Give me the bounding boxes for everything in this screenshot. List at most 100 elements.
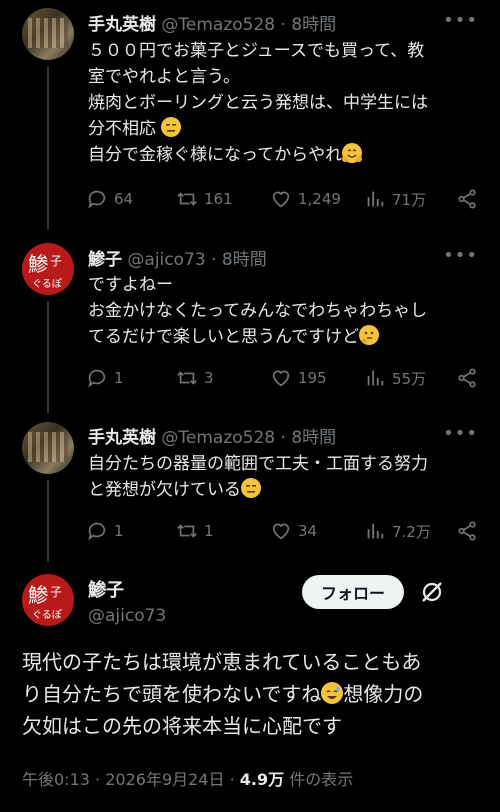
tweet-line: 分不相応 [88,116,478,142]
views-button[interactable]: 55万 [364,367,426,389]
views-button[interactable]: 71万 [364,188,426,210]
repost-button[interactable]: 3 [176,367,214,389]
repost-button[interactable]: 1 [176,520,214,542]
reply-icon [88,522,106,541]
more-icon[interactable]: ••• [443,423,478,444]
svg-text:鯵: 鯵 [28,583,48,607]
expressionless-emoji-icon [241,478,261,498]
reply-button[interactable]: 64 [86,188,133,210]
post-date[interactable]: 2026年9月24日 [105,770,224,789]
tweet-line: ５００円でお菓子とジュースでも買って、教 [88,41,425,61]
like-count: 34 [298,522,318,540]
thinking-emoji-icon [359,325,380,345]
tweet-line: 自分たちの器量の範囲で工夫・工面する努力 [88,454,428,474]
svg-text:子: 子 [50,254,62,268]
repost-button[interactable]: 161 [176,188,233,210]
svg-text:鯵: 鯵 [28,252,48,276]
action-bar: 1 3 195 55万 [86,367,482,391]
author-name[interactable]: 鯵子 [88,250,122,270]
more-icon[interactable]: ••• [443,245,478,266]
reply-count: 1 [114,369,124,387]
tweet-line: と発想が欠けている [88,477,478,503]
thread-line [47,66,49,230]
views-count[interactable]: 4.9万 [240,770,284,789]
like-count: 1,249 [298,190,341,208]
author-handle[interactable]: @Temazo528 [161,15,275,35]
expressionless-emoji-icon [161,117,182,137]
heart-icon [272,370,290,387]
heart-icon [272,523,290,540]
thread-line [47,480,49,562]
repost-icon [177,524,197,538]
repost-icon [177,371,197,385]
repost-count: 1 [204,522,214,540]
view-count: 71万 [392,190,427,209]
views-icon [367,370,384,386]
reply-count: 64 [114,190,134,208]
author-name[interactable]: 手丸英樹 [88,428,156,448]
hugging-emoji-icon [342,143,363,163]
thread-line [47,301,49,413]
share-icon [458,368,476,388]
timestamp[interactable]: 8時間 [222,250,267,270]
share-button[interactable] [456,367,484,389]
reply-count: 1 [114,522,124,540]
avatar[interactable]: 鯵 子 ぐるぽ [22,574,74,626]
tweet-text: 自分たちの器量の範囲で工夫・工面する努力 と発想が欠けている [88,451,478,503]
avatar-logo: 鯵 子 ぐるぽ [28,583,62,621]
repost-count: 161 [204,190,233,208]
avatar[interactable]: 鯵 子 ぐるぽ [22,243,74,295]
grok-icon[interactable] [418,578,446,606]
svg-text:子: 子 [50,585,62,599]
reply-icon [88,190,106,209]
timestamp[interactable]: 8時間 [291,428,336,448]
svg-text:ぐるぽ: ぐるぽ [32,609,62,621]
view-count: 55万 [392,369,427,388]
tweet-line: お金かけなくたってみんなでわちゃわちゃし [88,301,428,321]
separator: · [229,770,235,789]
follow-button[interactable]: フォロー [302,575,404,609]
tweet-text: ですよねー お金かけなくたってみんなでわちゃわちゃし てるだけで楽しいと思うんで… [88,272,478,350]
views-icon [367,523,384,539]
author-name[interactable]: 手丸英樹 [88,15,156,35]
separator: · [211,250,217,270]
tweet-line: 自分で金稼ぐ様になってからやれ [88,142,478,168]
reply-button[interactable]: 1 [86,367,124,389]
like-button[interactable]: 34 [270,520,317,542]
share-icon [458,189,476,209]
separator: · [280,428,286,448]
author-handle[interactable]: @ajico73 [127,250,205,270]
tweet-text: ５００円でお菓子とジュースでも買って、教 室でやれよと言う。 焼肉とボーリングと… [88,38,478,168]
author-handle[interactable]: @ajico73 [88,606,500,626]
avatar[interactable] [22,422,74,474]
view-count: 7.2万 [392,522,431,541]
views-button[interactable]: 7.2万 [364,520,431,542]
reply-icon [88,369,106,388]
repost-icon [177,192,197,206]
svg-text:ぐるぽ: ぐるぽ [32,278,62,290]
avatar-logo: 鯵 子 ぐるぽ [28,252,62,290]
tweet-line: 焼肉とボーリングと云う発想は、中学生には [88,93,428,113]
author-handle[interactable]: @Temazo528 [161,428,275,448]
like-button[interactable]: 1,249 [270,188,341,210]
action-bar: 1 1 34 7.2万 [86,520,482,544]
tweet-line: 欠如はこの先の将来本当に心配です [22,714,342,738]
tweet-header: 鯵子 @ajico73 · 8時間 [88,245,500,270]
heart-icon [272,191,290,208]
like-button[interactable]: 195 [270,367,327,389]
tweet-line: 室でやれよと言う。 [88,67,240,87]
reply-button[interactable]: 1 [86,520,124,542]
avatar[interactable] [22,8,74,60]
tweet-line: てるだけで楽しいと思うんですけど [88,324,478,350]
action-bar: 64 161 1,249 71万 [86,188,482,212]
timestamp[interactable]: 8時間 [291,15,336,35]
share-button[interactable] [456,188,484,210]
main-tweet-text: 現代の子たちは環境が恵まれていることもあ り自分たちで頭を使わないですね 想像力の… [22,646,482,742]
share-icon [458,521,476,541]
repost-count: 3 [204,369,214,387]
more-icon[interactable]: ••• [443,10,478,31]
tweet-line: り自分たちで頭を使わないですね 想像力の [22,682,424,706]
post-time[interactable]: 午後0:13 [22,770,90,789]
share-button[interactable] [456,520,484,542]
tweet-header: 手丸英樹 @Temazo528 · 8時間 [88,10,500,35]
